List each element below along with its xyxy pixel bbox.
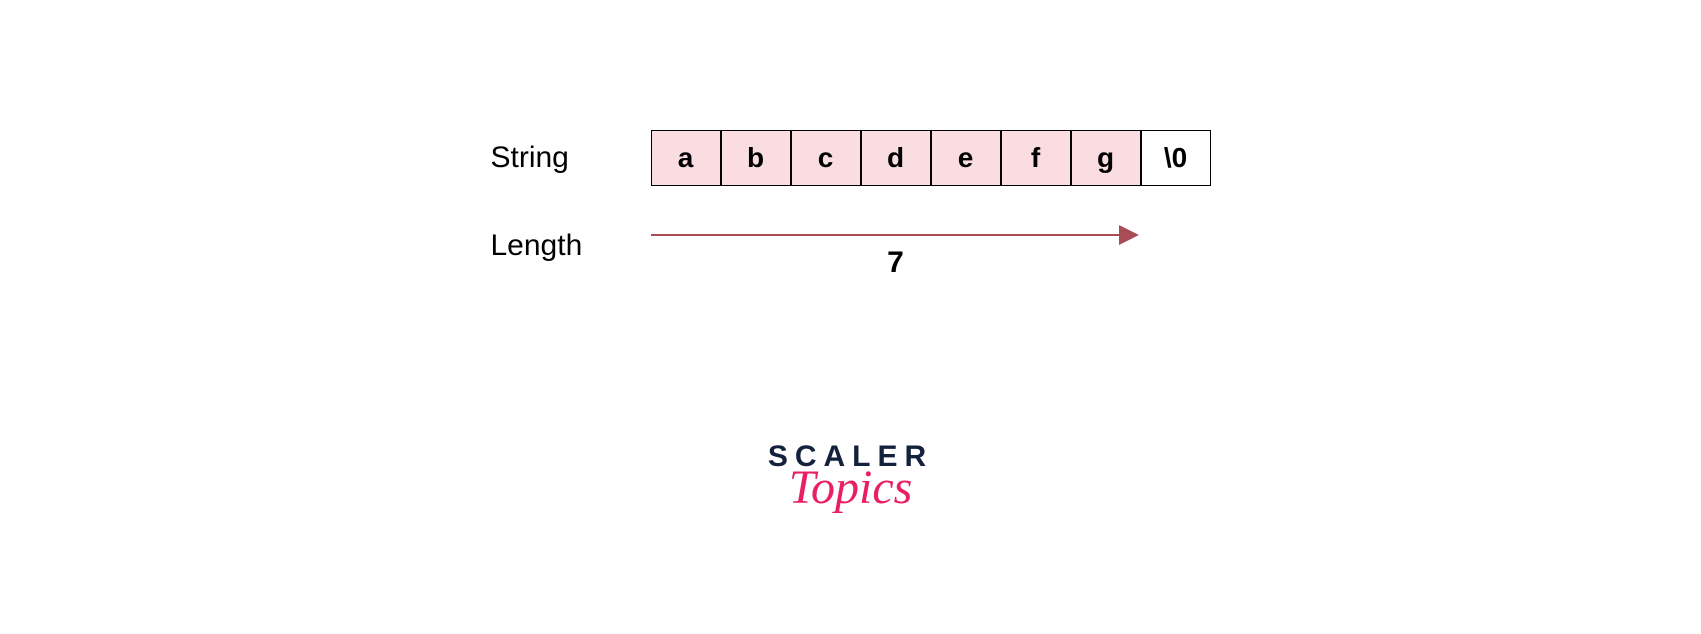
string-row: String a b c d e f g \0	[491, 130, 1211, 186]
cell-3: d	[861, 130, 931, 186]
string-label: String	[491, 141, 651, 175]
cell-6: g	[1071, 130, 1141, 186]
string-cells: a b c d e f g \0	[651, 130, 1211, 186]
length-arrow: 7	[651, 226, 1141, 266]
cell-7: \0	[1141, 130, 1211, 186]
length-value: 7	[887, 246, 904, 280]
logo-text-bottom: Topics	[768, 460, 933, 515]
diagram-container: String a b c d e f g \0 Length 7	[491, 130, 1211, 266]
cell-1: b	[721, 130, 791, 186]
arrow-head-icon	[1119, 225, 1139, 245]
cell-5: f	[1001, 130, 1071, 186]
length-label: Length	[491, 229, 651, 263]
cell-4: e	[931, 130, 1001, 186]
length-row: Length 7	[491, 226, 1211, 266]
cell-0: a	[651, 130, 721, 186]
scaler-logo: SCALER Topics	[768, 440, 933, 515]
arrow-line	[651, 234, 1121, 236]
cell-2: c	[791, 130, 861, 186]
